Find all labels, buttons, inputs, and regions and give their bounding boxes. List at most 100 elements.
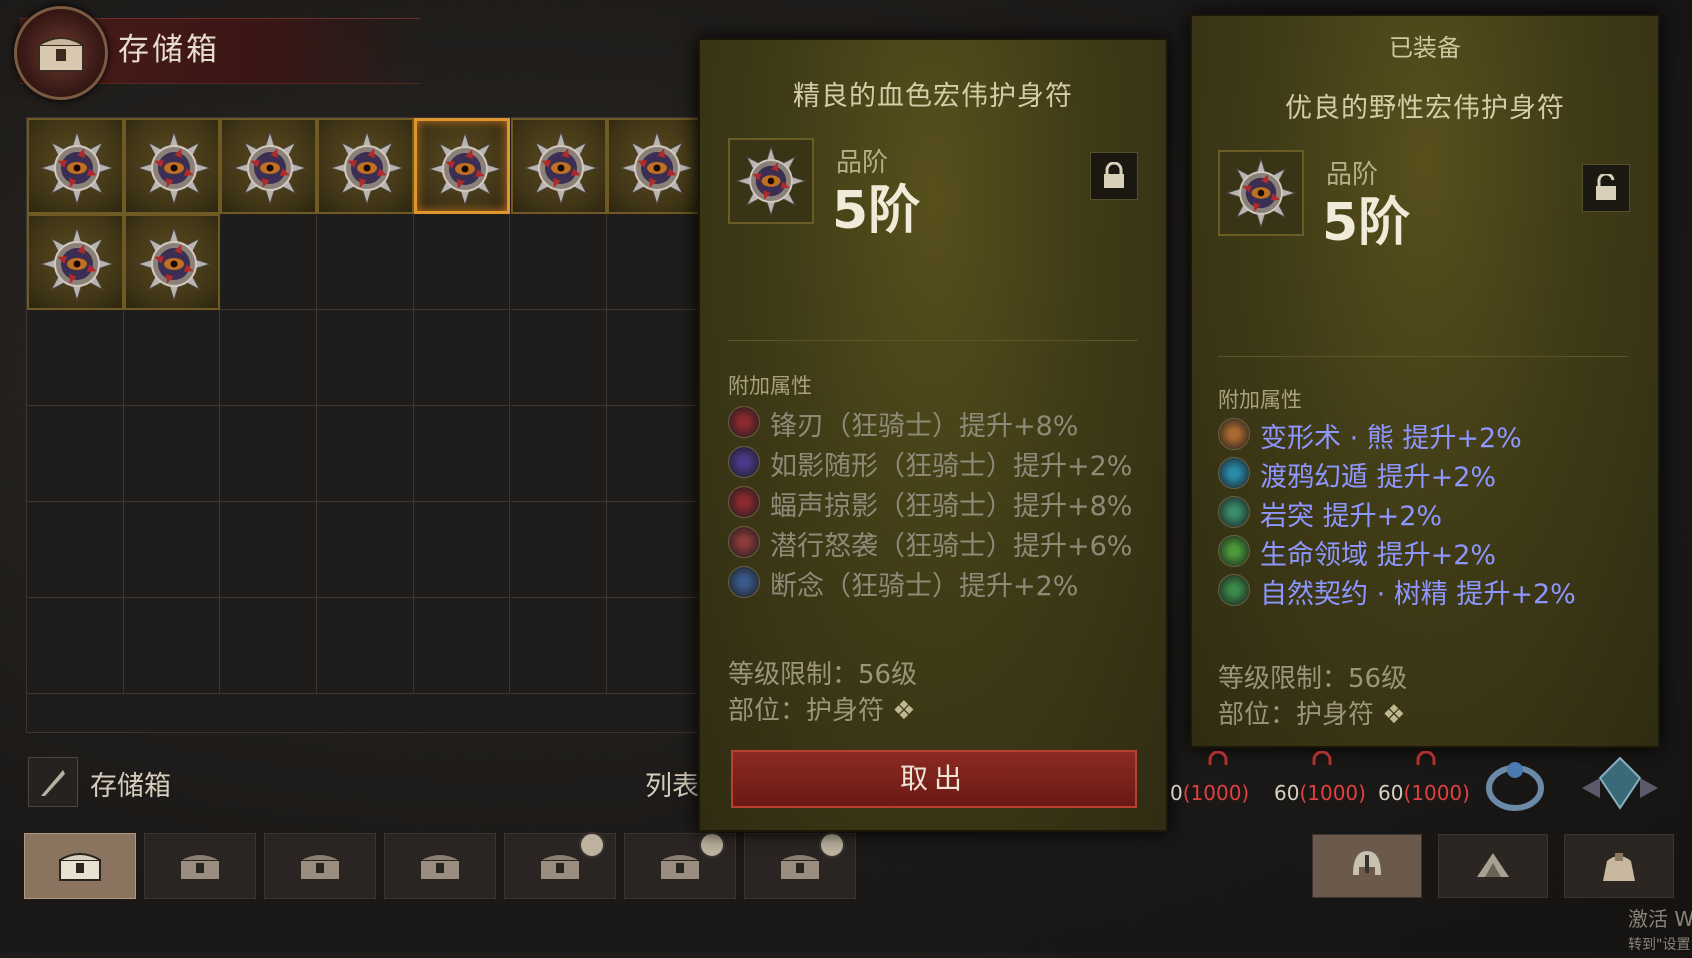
storage-slot-empty[interactable]: [510, 598, 608, 694]
slot-level-text: 60(1000): [1274, 781, 1366, 805]
storage-slot-empty[interactable]: [510, 406, 608, 502]
amulet-icon: [134, 224, 214, 308]
storage-slot-empty[interactable]: [317, 502, 414, 598]
equipment-tab-1[interactable]: [1312, 834, 1422, 898]
wings-icon[interactable]: [1580, 748, 1660, 822]
equipment-slot-locked[interactable]: 0(1000): [1162, 751, 1258, 825]
affix-text: 自然契约 · 树精 提升+2%: [1260, 579, 1576, 610]
skill-icon: [1218, 574, 1250, 606]
storage-slot-empty[interactable]: [220, 502, 318, 598]
storage-slot-empty[interactable]: [220, 406, 318, 502]
storage-slot-empty[interactable]: [220, 310, 318, 406]
attributes-header: 附加属性: [1218, 388, 1302, 412]
divider: [728, 340, 1138, 341]
storage-slot-empty[interactable]: [123, 502, 221, 598]
grade-value: 5阶: [1322, 193, 1411, 253]
storage-slot-amulet[interactable]: [220, 118, 318, 214]
storage-slot-amulet[interactable]: [123, 214, 221, 310]
activation-watermark: 激活 W 转到"设置: [1628, 907, 1692, 953]
slot-level-text: 0(1000): [1170, 781, 1250, 805]
amulet-icon: [134, 128, 214, 212]
locked-chest-icon: [539, 853, 581, 881]
storage-slot-empty[interactable]: [413, 502, 511, 598]
storage-slot-empty[interactable]: [413, 406, 511, 502]
feather-icon[interactable]: [28, 757, 78, 807]
storage-tab-1[interactable]: [24, 833, 136, 899]
skill-icon: [1218, 496, 1250, 528]
storage-slot-empty[interactable]: [510, 502, 608, 598]
chest-icon: [419, 853, 461, 881]
affix-text: 蝠声掠影（狂骑士）提升+8%: [770, 491, 1133, 522]
storage-slot-empty[interactable]: [413, 214, 511, 310]
storage-slot-amulet[interactable]: [607, 118, 704, 214]
equipment-tab-2[interactable]: [1438, 834, 1548, 898]
storage-tab-7[interactable]: [744, 832, 856, 899]
lock-icon: [1416, 751, 1436, 765]
storage-slot-empty[interactable]: [413, 598, 511, 694]
lock-icon: [1208, 751, 1228, 765]
storage-tab-3[interactable]: [264, 833, 376, 899]
storage-slot-empty[interactable]: [220, 598, 318, 694]
storage-slot-empty[interactable]: [27, 406, 124, 502]
storage-slot-empty[interactable]: [27, 502, 124, 598]
storage-slot-empty[interactable]: [607, 502, 704, 598]
storage-slot-empty[interactable]: [123, 406, 221, 502]
storage-tab-2[interactable]: [144, 833, 256, 899]
storage-slot-amulet[interactable]: [413, 118, 511, 214]
affix-text: 变形术 · 熊 提升+2%: [1260, 423, 1522, 454]
ring-icon[interactable]: [1480, 750, 1550, 820]
equipment-slot-locked[interactable]: 60(1000): [1370, 751, 1470, 825]
timer-icon: [579, 832, 605, 858]
chest-icon: [59, 853, 101, 881]
amulet-icon: [327, 128, 407, 212]
storage-slot-empty[interactable]: [607, 406, 704, 502]
storage-slot-empty[interactable]: [413, 310, 511, 406]
storage-slot-empty[interactable]: [317, 310, 414, 406]
skill-icon: [1218, 457, 1250, 489]
storage-tab-6[interactable]: [624, 832, 736, 899]
affix-text: 生命领域 提升+2%: [1260, 540, 1497, 571]
storage-slot-empty[interactable]: [607, 214, 704, 310]
skill-icon: [728, 566, 760, 598]
storage-slot-empty[interactable]: [317, 598, 414, 694]
equipment-slot-locked[interactable]: 60(1000): [1266, 751, 1366, 825]
storage-slot-amulet[interactable]: [27, 214, 124, 310]
storage-slot-empty[interactable]: [510, 310, 608, 406]
lock-icon[interactable]: [1090, 152, 1138, 200]
storage-slot-empty[interactable]: [607, 310, 704, 406]
amulet-icon: [37, 128, 117, 212]
storage-slot-empty[interactable]: [123, 310, 221, 406]
amulet-icon: [617, 128, 697, 212]
storage-slot-amulet[interactable]: [317, 118, 414, 214]
list-view-button[interactable]: 列表: [645, 764, 699, 803]
equipment-tab-3[interactable]: [1564, 834, 1674, 898]
storage-tab-5[interactable]: [504, 832, 616, 899]
amulet-icon: [1218, 150, 1304, 236]
storage-slot-empty[interactable]: [27, 310, 124, 406]
equipped-header: 已装备: [1389, 34, 1461, 62]
amulet-slot-icon: ❖: [1374, 700, 1406, 730]
level-requirement: 等级限制：56级: [1218, 664, 1408, 694]
affix-text: 如影随形（狂骑士）提升+2%: [770, 451, 1133, 482]
locked-chest-icon: [779, 853, 821, 881]
storage-slot-empty[interactable]: [317, 214, 414, 310]
affix-text: 岩突 提升+2%: [1260, 501, 1443, 532]
storage-slot-amulet[interactable]: [123, 118, 221, 214]
storage-slot-amulet[interactable]: [510, 118, 608, 214]
storage-slot-empty[interactable]: [510, 214, 608, 310]
storage-tab-4[interactable]: [384, 833, 496, 899]
affix-text: 渡鸦幻遁 提升+2%: [1260, 462, 1497, 493]
take-out-button[interactable]: 取出: [731, 750, 1137, 808]
storage-slot-amulet[interactable]: [27, 118, 124, 214]
amulet-icon: [425, 129, 505, 213]
storage-slot-empty[interactable]: [607, 598, 704, 694]
helmet-icon: [1353, 851, 1381, 875]
selected-item-tooltip: 精良的血色宏伟护身符 品阶 5阶 附加属性 锋刃（狂骑士）提升+8% 如影随形（…: [698, 38, 1168, 832]
storage-slot-empty[interactable]: [27, 598, 124, 694]
storage-slot-empty[interactable]: [123, 598, 221, 694]
unlock-icon[interactable]: [1582, 164, 1630, 212]
skill-icon: [728, 446, 760, 478]
storage-slot-empty[interactable]: [317, 406, 414, 502]
storage-slot-empty[interactable]: [220, 214, 318, 310]
attributes-header: 附加属性: [728, 374, 812, 398]
